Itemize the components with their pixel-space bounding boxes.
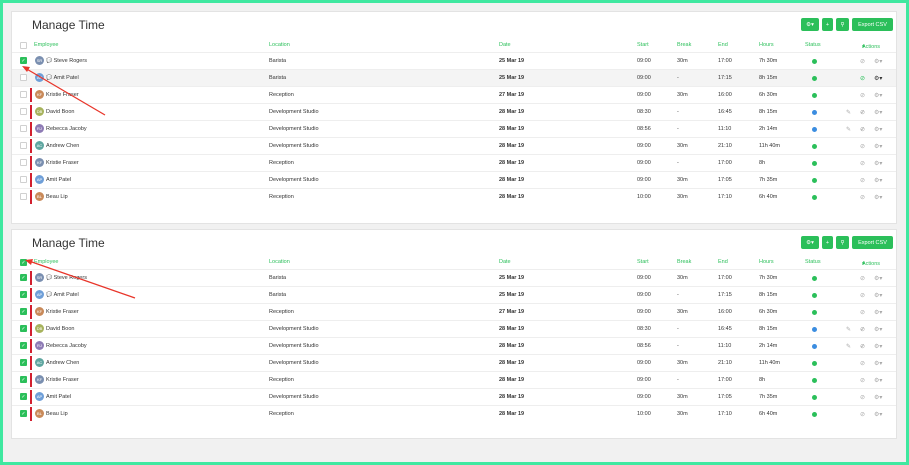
annotation-arrow [24,67,106,116]
annotation-arrow [28,260,136,299]
app-frame: Manage Time ⚙▾ + ⚲ Export CSV Employee L… [3,3,906,462]
arrowhead-icon [22,66,30,72]
annotation-arrows [22,66,136,299]
arrowhead-icon [25,259,33,265]
